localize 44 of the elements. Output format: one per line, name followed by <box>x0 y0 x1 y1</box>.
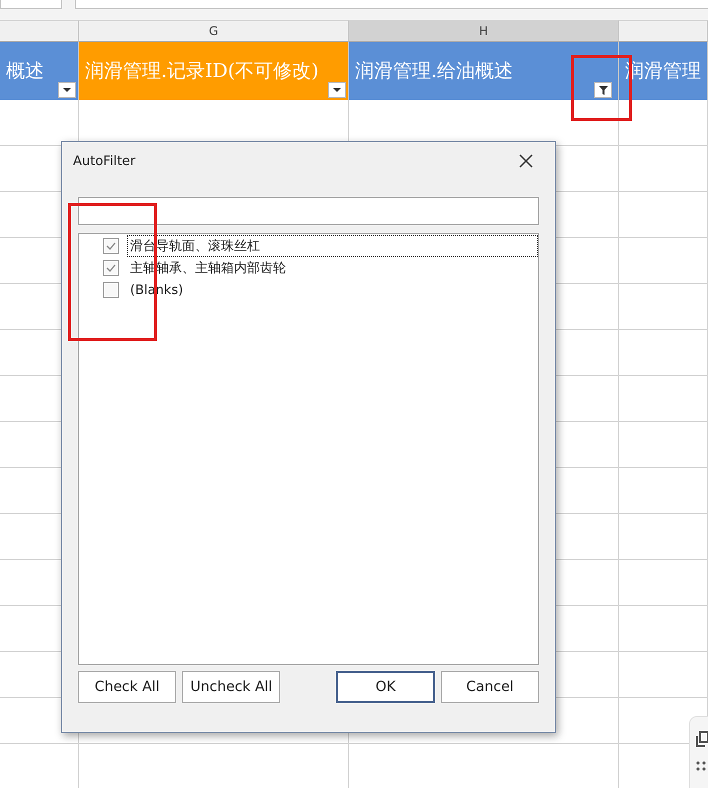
check-icon <box>106 242 116 250</box>
grid-cell[interactable] <box>619 192 708 238</box>
grid-cell[interactable] <box>619 284 708 330</box>
column-header[interactable]: H <box>349 20 619 42</box>
dropdown-arrow-icon <box>333 88 341 92</box>
grid-cell[interactable] <box>619 652 708 698</box>
checkbox[interactable] <box>103 238 119 254</box>
dialog-title: AutoFilter <box>73 154 136 168</box>
copy-icon <box>696 731 708 747</box>
dialog-button[interactable]: Check All <box>78 671 176 703</box>
column-header[interactable] <box>619 20 708 42</box>
name-box[interactable] <box>0 0 62 9</box>
dropdown-arrow-icon <box>63 88 71 92</box>
grip-icon <box>696 761 706 771</box>
grid-cell[interactable] <box>619 376 708 422</box>
header-text: 概述 <box>6 59 44 84</box>
grid-cell[interactable] <box>619 100 708 146</box>
grid-cell[interactable] <box>619 560 708 606</box>
grid-cell[interactable] <box>619 468 708 514</box>
grid-cell[interactable] <box>619 238 708 284</box>
funnel-icon <box>598 86 608 94</box>
grid-cell[interactable] <box>619 330 708 376</box>
column-header[interactable]: G <box>79 20 349 42</box>
grid-cell[interactable] <box>619 606 708 652</box>
check-icon <box>106 264 116 272</box>
dialog-button[interactable]: Uncheck All <box>182 671 280 703</box>
close-button[interactable] <box>517 152 535 170</box>
dialog-button[interactable]: OK <box>336 671 435 703</box>
grid-cell[interactable] <box>619 514 708 560</box>
grid-cell[interactable] <box>619 146 708 192</box>
checkbox[interactable] <box>103 260 119 276</box>
filter-dropdown-button[interactable] <box>328 82 346 98</box>
list-item[interactable]: 滑台导轨面、滚珠丝杠 <box>127 235 538 257</box>
header-text: 润滑管理.给油概述 <box>355 59 514 84</box>
close-icon <box>517 152 535 170</box>
formula-bar[interactable] <box>75 0 708 9</box>
filter-dropdown-button[interactable] <box>58 82 76 98</box>
search-field[interactable] <box>78 197 539 225</box>
header-text: 润滑管理.记录ID(不可修改) <box>85 59 320 84</box>
grid-cell[interactable] <box>619 422 708 468</box>
column-header[interactable] <box>0 20 79 42</box>
filter-button[interactable] <box>594 82 612 98</box>
checkbox[interactable] <box>103 282 119 298</box>
dialog-button[interactable]: Cancel <box>440 671 539 703</box>
